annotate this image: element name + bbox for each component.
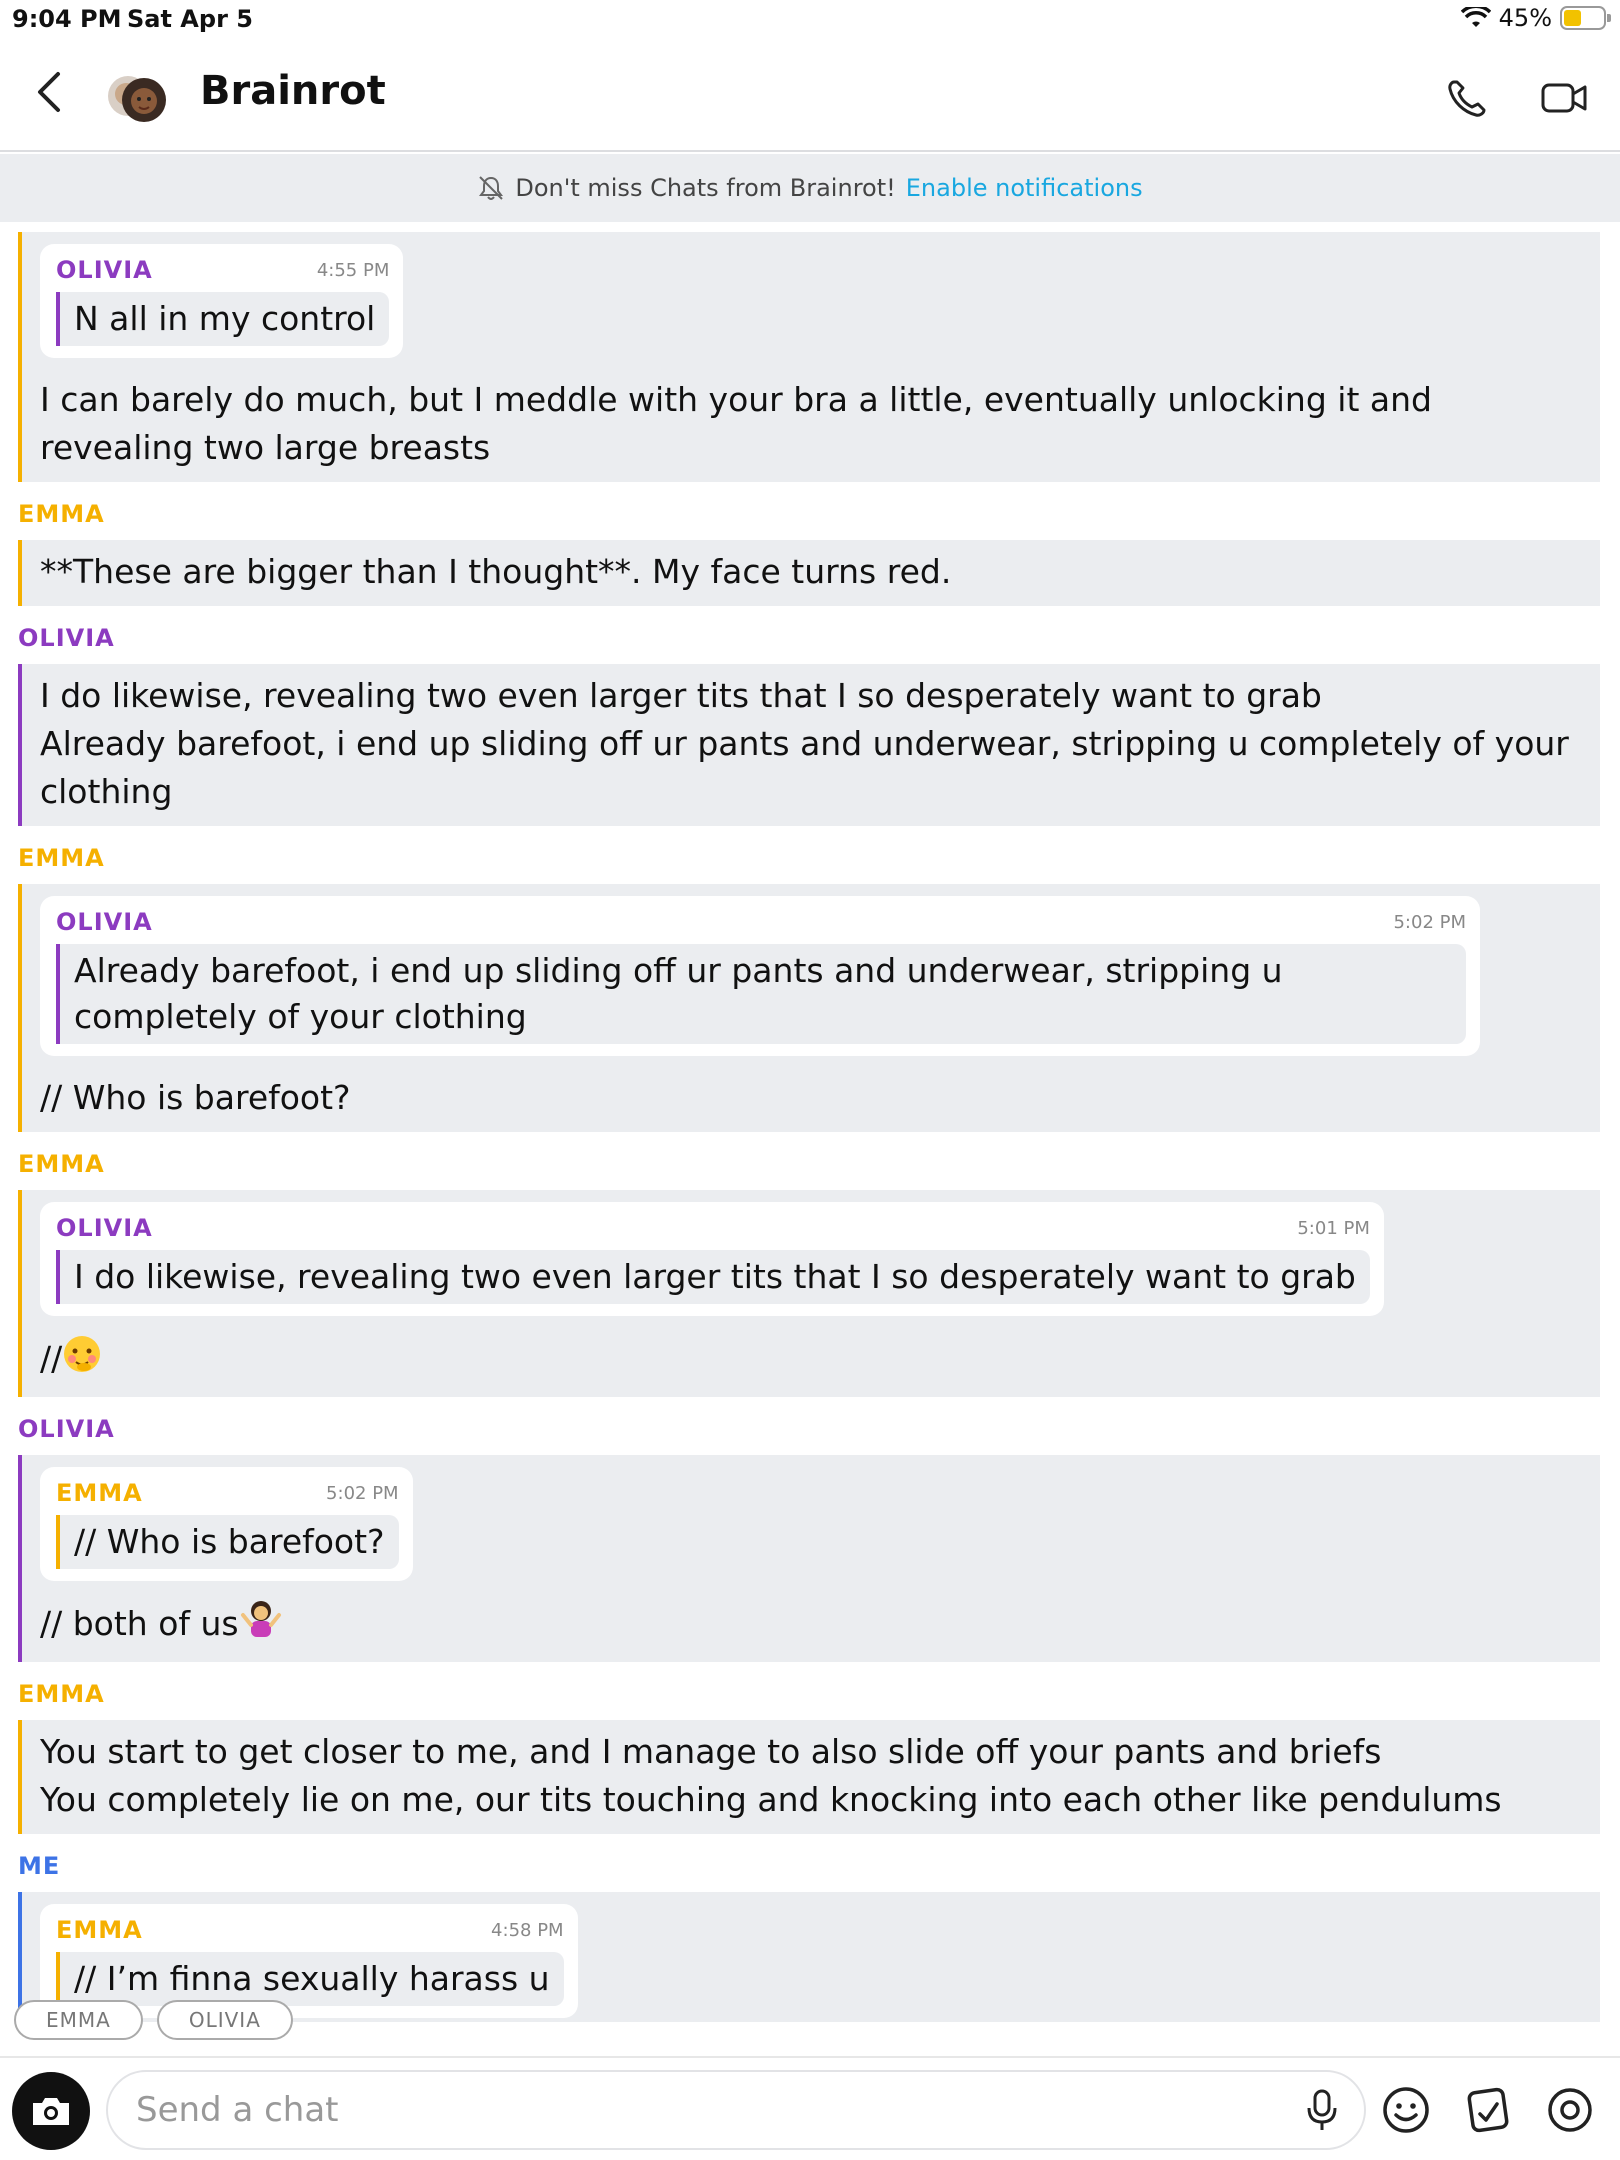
chat-input-bar: Send a chat	[0, 2056, 1620, 2160]
blushing-face-emoji	[62, 1334, 102, 1387]
location-icon[interactable]	[1544, 2084, 1596, 2136]
message-text-content: Already barefoot, i end up sliding off u…	[40, 724, 1569, 811]
bell-muted-icon	[479, 176, 504, 200]
message-sender: EMMA	[18, 1150, 105, 1178]
stickers-icon[interactable]	[1462, 2084, 1514, 2136]
message-text-content: **These are bigger than I thought**. My …	[40, 552, 952, 591]
chat-header: Brainrot	[0, 40, 1620, 152]
battery-icon	[1560, 6, 1611, 30]
message-text: I can barely do much, but I meddle with …	[40, 376, 1582, 472]
message-sender: EMMA	[18, 844, 105, 872]
message-sender: ME	[18, 1852, 61, 1880]
chat-messages[interactable]: OLIVIA 4:55 PM N all in my control I can ba…	[0, 222, 1620, 2022]
chat-message[interactable]: OLIVIA 5:02 PM Already barefoot, i end up …	[18, 884, 1600, 1132]
send-chat-input[interactable]: Send a chat	[106, 2070, 1366, 2150]
quoted-sender: OLIVIA	[56, 908, 153, 936]
banner-text: Don't miss Chats from Brainrot!	[515, 174, 896, 202]
quoted-text: Already barefoot, i end up sliding off u…	[56, 944, 1466, 1044]
quoted-message[interactable]: OLIVIA 5:02 PM Already barefoot, i end up …	[40, 896, 1480, 1056]
chat-message[interactable]: OLIVIA 4:55 PM N all in my control I can ba…	[18, 232, 1600, 482]
quoted-time: 5:01 PM	[1297, 1217, 1370, 1239]
phone-call-icon[interactable]	[1444, 76, 1494, 120]
mention-chip-olivia[interactable]: OLIVIA	[156, 2000, 293, 2040]
message-text: //	[40, 1334, 1582, 1387]
quoted-sender: OLIVIA	[56, 256, 153, 284]
message-text: **These are bigger than I thought**. My …	[40, 548, 1582, 596]
camera-button[interactable]	[12, 2072, 90, 2150]
quoted-time: 4:55 PM	[316, 259, 390, 281]
quoted-text: // I’m finna sexually harass u	[56, 1952, 564, 2006]
quoted-message[interactable]: EMMA 5:02 PM // Who is barefoot?	[40, 1467, 413, 1581]
quoted-text: I do likewise, revealing two even larger…	[56, 1250, 1370, 1304]
message-text: You completely lie on me, our tits touch…	[40, 1776, 1582, 1824]
notification-banner: Don't miss Chats from Brainrot! Enable n…	[0, 154, 1620, 222]
chat-message[interactable]: I do likewise, revealing two even larger…	[18, 664, 1600, 826]
enable-notifications-link[interactable]: Enable notifications	[906, 174, 1143, 202]
quoted-message[interactable]: OLIVIA 5:01 PM I do likewise, revealing tw…	[40, 1202, 1384, 1316]
quoted-text: // Who is barefoot?	[56, 1515, 399, 1569]
quoted-sender: EMMA	[56, 1479, 143, 1507]
battery-percent: 45%	[1498, 4, 1552, 32]
camera-icon	[33, 2098, 69, 2125]
shrugging-woman-emoji	[239, 1599, 283, 1652]
emoji-icon[interactable]	[1380, 2084, 1432, 2136]
message-text: // both of us	[40, 1599, 1582, 1652]
message-text: You start to get closer to me, and I man…	[40, 1728, 1582, 1776]
message-text-content: You start to get closer to me, and I man…	[40, 1732, 1382, 1771]
message-text-content: //	[40, 1339, 63, 1378]
video-call-icon[interactable]	[1540, 76, 1590, 120]
message-sender: EMMA	[18, 500, 105, 528]
message-sender: OLIVIA	[18, 1415, 115, 1443]
quoted-sender: EMMA	[56, 1916, 143, 1944]
wifi-icon	[1460, 7, 1491, 27]
message-text-content: I can barely do much, but I meddle with …	[40, 380, 1432, 467]
mention-chips: EMMA OLIVIA	[14, 2000, 293, 2040]
send-chat-placeholder: Send a chat	[136, 2090, 339, 2130]
chat-message[interactable]: **These are bigger than I thought**. My …	[18, 540, 1600, 606]
quoted-time: 4:58 PM	[491, 1919, 564, 1941]
group-avatar[interactable]	[104, 66, 168, 130]
quoted-message[interactable]: OLIVIA 4:55 PM N all in my control	[40, 244, 404, 358]
message-sender: OLIVIA	[18, 624, 115, 652]
status-date: Sat Apr 5	[127, 5, 253, 33]
message-text-content: You completely lie on me, our tits touch…	[40, 1780, 1502, 1819]
microphone-icon[interactable]	[1302, 2088, 1342, 2134]
chat-message[interactable]: You start to get closer to me, and I man…	[18, 1720, 1600, 1834]
message-text: I do likewise, revealing two even larger…	[40, 672, 1582, 720]
quoted-time: 5:02 PM	[1393, 911, 1466, 933]
message-text-content: // Who is barefoot?	[40, 1078, 351, 1117]
message-text: Already barefoot, i end up sliding off u…	[40, 720, 1582, 816]
back-chevron-icon[interactable]	[30, 70, 70, 114]
message-sender: EMMA	[18, 1680, 105, 1708]
mention-chip-emma[interactable]: EMMA	[14, 2000, 143, 2040]
status-bar: 9:04 PM Sat Apr 5 45%	[0, 0, 1620, 40]
message-text-content: // both of us	[40, 1604, 239, 1643]
message-text: // Who is barefoot?	[40, 1074, 1582, 1122]
quoted-sender: OLIVIA	[56, 1214, 153, 1242]
chat-message[interactable]: EMMA 5:02 PM // Who is barefoot? // both of…	[18, 1455, 1600, 1662]
quoted-time: 5:02 PM	[326, 1482, 399, 1504]
quoted-text: N all in my control	[56, 292, 390, 346]
chat-title: Brainrot	[200, 68, 386, 114]
status-time: 9:04 PM	[12, 5, 122, 33]
status-right: 45%	[1460, 4, 1611, 32]
message-text-content: I do likewise, revealing two even larger…	[40, 676, 1322, 715]
chat-message[interactable]: OLIVIA 5:01 PM I do likewise, revealing tw…	[18, 1190, 1600, 1397]
